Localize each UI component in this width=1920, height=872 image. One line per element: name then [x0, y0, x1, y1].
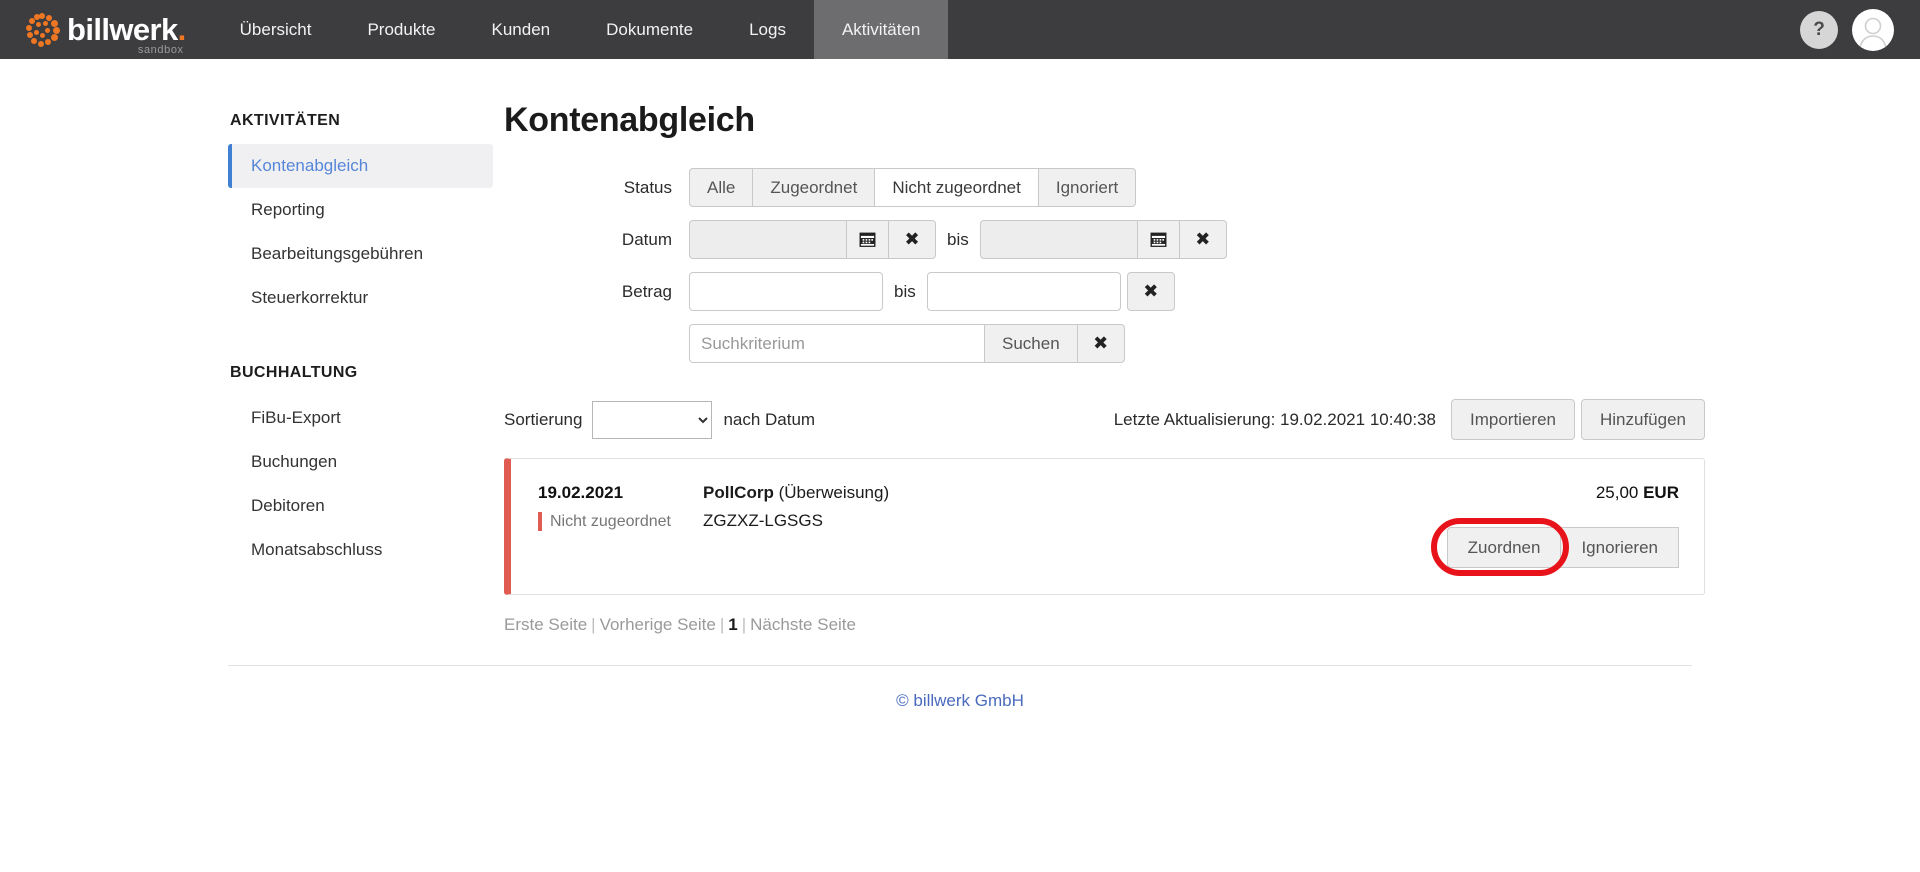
date-between-label: bis — [947, 229, 969, 249]
sidebar-item-bearbeitungsgebuehren[interactable]: Bearbeitungsgebühren — [228, 232, 493, 276]
pagination-first-page[interactable]: Erste Seite — [504, 615, 587, 634]
nav-item-dokumente[interactable]: Dokumente — [578, 0, 721, 59]
date-filter-label: Datum — [621, 229, 672, 249]
nav-item-produkte[interactable]: Produkte — [339, 0, 463, 59]
date-to-input[interactable] — [979, 220, 1137, 259]
status-filter-zugeordnet[interactable]: Zugeordnet — [752, 168, 875, 207]
billwerk-dots-logo-icon — [24, 12, 60, 48]
help-icon[interactable]: ? — [1800, 10, 1838, 49]
sidebar-item-buchungen[interactable]: Buchungen — [228, 440, 493, 484]
transaction-status-badge: Nicht zugeordnet — [538, 512, 703, 531]
date-from-input[interactable] — [689, 220, 846, 259]
amount-from-group — [689, 272, 883, 311]
sidebar-item-kontenabgleich[interactable]: Kontenabgleich — [228, 144, 493, 188]
top-navigation-bar: billwerk. sandbox Übersicht Produkte Kun… — [0, 0, 1920, 59]
status-filter-row: Status Alle Zugeordnet Nicht zugeordnet … — [504, 168, 1705, 207]
brand-dot: . — [177, 11, 187, 47]
transaction-party-name: PollCorp — [703, 483, 774, 502]
search-clear-icon[interactable]: ✖ — [1076, 324, 1125, 363]
pagination-separator-2: | — [719, 615, 725, 634]
nav-item-logs[interactable]: Logs — [721, 0, 814, 59]
sort-label: Sortierung — [504, 409, 583, 429]
date-from-clear-icon[interactable]: ✖ — [888, 220, 936, 259]
date-to-clear-icon[interactable]: ✖ — [1178, 220, 1227, 259]
date-filter-row: Datum ✖ bis ✖ — [504, 220, 1705, 259]
brand-environment-label: sandbox — [137, 43, 184, 56]
amount-clear-icon[interactable]: ✖ — [1126, 272, 1175, 311]
main-nav-items: Übersicht Produkte Kunden Dokumente Logs… — [212, 0, 949, 59]
pagination-previous-page[interactable]: Vorherige Seite — [600, 615, 716, 634]
transaction-date: 19.02.2021 — [538, 483, 624, 502]
sort-right-actions: Letzte Aktualisierung: 19.02.2021 10:40:… — [1114, 399, 1705, 440]
user-avatar-icon[interactable] — [1852, 8, 1894, 51]
footer: © billwerk GmbH — [0, 666, 1920, 711]
date-from-calendar-icon[interactable] — [846, 220, 888, 259]
sort-after-label: nach Datum — [723, 409, 816, 429]
amount-from-input[interactable] — [689, 272, 883, 311]
sort-and-actions-row: Sortierung Aufsteigend Absteigend nach D… — [504, 399, 1705, 440]
amount-filter-row: Betrag bis ✖ — [504, 272, 1705, 311]
add-button[interactable]: Hinzufügen — [1580, 399, 1705, 440]
sidebar: AKTIVITÄTEN Kontenabgleich Reporting Bea… — [228, 79, 493, 635]
status-filter-ignoriert[interactable]: Ignoriert — [1037, 168, 1137, 207]
amount-filter-label: Betrag — [621, 281, 672, 301]
status-filter-button-group: Alle Zugeordnet Nicht zugeordnet Ignorie… — [689, 168, 1137, 207]
date-to-group: ✖ — [979, 220, 1227, 259]
sidebar-item-debitoren[interactable]: Debitoren — [228, 484, 493, 528]
sidebar-section-buchhaltung-title: BUCHHALTUNG — [230, 364, 358, 381]
transaction-amount-currency: EUR — [1643, 483, 1679, 502]
search-filter-row: Suchen ✖ — [504, 324, 1705, 363]
search-button[interactable]: Suchen — [984, 324, 1077, 363]
date-from-group: ✖ — [689, 220, 936, 259]
page-title: Kontenabgleich — [504, 101, 755, 139]
nav-item-uebersicht[interactable]: Übersicht — [212, 0, 340, 59]
sidebar-item-reporting[interactable]: Reporting — [228, 188, 493, 232]
ignore-button[interactable]: Ignorieren — [1560, 527, 1679, 568]
nav-item-kunden[interactable]: Kunden — [464, 0, 579, 59]
transaction-details-column: PollCorp (Überweisung) ZGZXZ-LGSGS — [703, 483, 1447, 572]
amount-between-label: bis — [894, 281, 916, 301]
pagination-separator-1: | — [591, 615, 596, 634]
pagination-current-page: 1 — [728, 615, 738, 634]
pagination-separator-3: | — [741, 615, 747, 634]
status-filter-nicht-zugeordnet[interactable]: Nicht zugeordnet — [874, 168, 1038, 207]
status-filter-alle[interactable]: Alle — [689, 168, 753, 207]
sidebar-item-steuerkorrektur[interactable]: Steuerkorrektur — [228, 276, 493, 320]
page-body: AKTIVITÄTEN Kontenabgleich Reporting Bea… — [0, 59, 1920, 635]
brand-logo[interactable]: billwerk. sandbox — [0, 0, 212, 59]
import-button[interactable]: Importieren — [1451, 399, 1575, 440]
transaction-amount-value: 25,00 — [1595, 483, 1644, 502]
amount-to-group: ✖ — [926, 272, 1175, 311]
main-content: Kontenabgleich Status Alle Zugeordnet Ni… — [493, 79, 1920, 635]
transaction-amount: 25,00 EUR — [1596, 483, 1679, 503]
transaction-party-line: PollCorp (Überweisung) — [703, 483, 1447, 503]
search-input[interactable] — [689, 324, 984, 363]
transaction-right-column: 25,00 EUR Zuordnen Ignorieren — [1430, 483, 1679, 576]
status-filter-label: Status — [623, 177, 672, 197]
transaction-reference: ZGZXZ-LGSGS — [703, 511, 823, 530]
footer-copyright-link[interactable]: © billwerk GmbH — [896, 691, 1024, 710]
sidebar-item-fibu-export[interactable]: FiBu-Export — [228, 396, 493, 440]
amount-to-input[interactable] — [926, 272, 1121, 311]
transaction-row[interactable]: 19.02.2021 Nicht zugeordnet PollCorp (Üb… — [504, 458, 1705, 595]
last-update-text: Letzte Aktualisierung: 19.02.2021 10:40:… — [1113, 409, 1436, 429]
transaction-action-buttons: Zuordnen Ignorieren — [1430, 518, 1679, 576]
transaction-payment-method: (Überweisung) — [778, 483, 890, 502]
transaction-date-column: 19.02.2021 Nicht zugeordnet — [538, 483, 703, 572]
date-to-calendar-icon[interactable] — [1136, 220, 1179, 259]
pagination: Erste Seite | Vorherige Seite | 1 | Nächste Se… — [504, 615, 1705, 635]
pagination-next-page[interactable]: Nächste Seite — [750, 615, 856, 634]
topbar-right-actions: ? — [1800, 0, 1920, 59]
nav-item-aktivitaeten[interactable]: Aktivitäten — [813, 0, 949, 59]
brand-name-text: billwerk — [67, 11, 178, 47]
assign-button[interactable]: Zuordnen — [1446, 527, 1561, 568]
sidebar-item-monatsabschluss[interactable]: Monatsabschluss — [228, 528, 493, 572]
search-group: Suchen ✖ — [689, 324, 1125, 363]
sort-select[interactable]: Aufsteigend Absteigend — [592, 400, 713, 439]
sidebar-section-aktivitaeten-title: AKTIVITÄTEN — [230, 112, 341, 129]
